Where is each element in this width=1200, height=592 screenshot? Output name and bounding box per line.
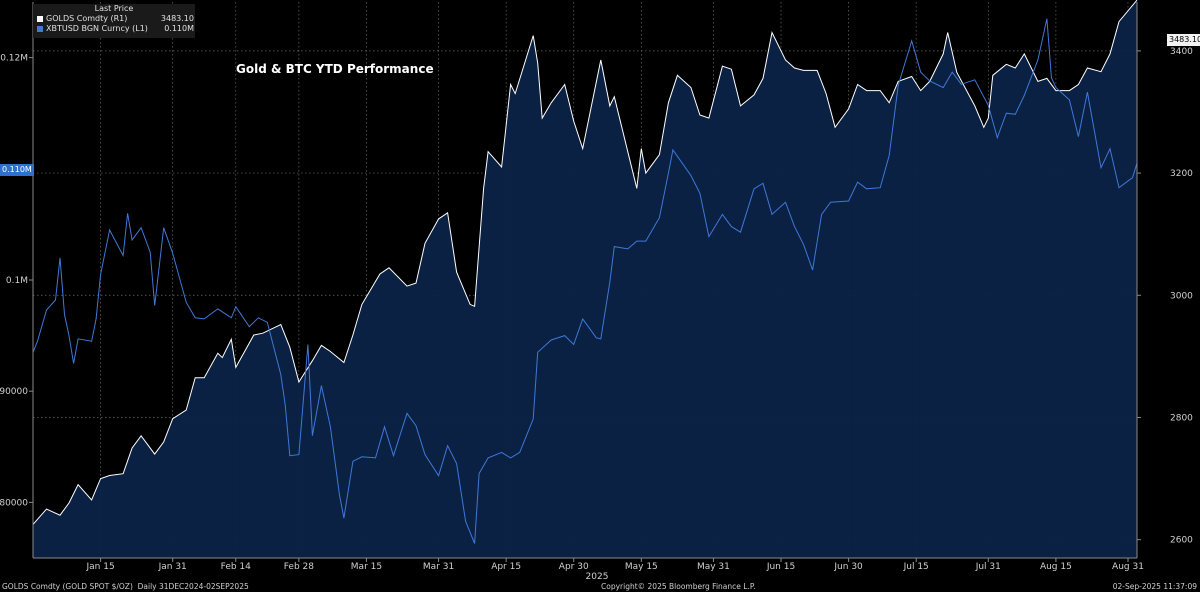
gold-last-tag: 3483.10 <box>1167 34 1200 46</box>
x-tick-label-10: Jun 15 <box>766 562 795 572</box>
legend: Last Price GOLDS Comdty (R1) 3483.10 XBT… <box>33 4 195 38</box>
legend-btc-name: XBTUSD BGN Curncy (L1) <box>46 24 148 33</box>
legend-gold-value: 3483.10 <box>160 14 194 23</box>
legend-gold-name: GOLDS Comdty (R1) <box>46 14 128 23</box>
x-tick-label-9: May 31 <box>697 562 730 572</box>
x-tick-label-7: Apr 30 <box>559 562 589 572</box>
chart: Jan 15 Jan 31 Feb 14 Feb 28 Mar 15 Mar 31 Apr … <box>0 0 1193 582</box>
left-tick-label-1: 90000 <box>0 387 28 397</box>
x-tick-label-5: Mar 31 <box>423 562 454 572</box>
footer-center: Copyright© 2025 Bloomberg Finance L.P. <box>601 582 756 591</box>
legend-btc-value: 0.110M <box>164 24 194 33</box>
gold-area-layer <box>33 0 1137 559</box>
chart-title: Gold & BTC YTD Performance <box>236 62 434 76</box>
x-year-label: 2025 <box>586 572 609 582</box>
btc-swatch <box>37 26 43 32</box>
right-tick-label-2: 3000 <box>1170 291 1193 301</box>
x-tick-label-2: Feb 14 <box>221 562 252 572</box>
x-tick-label-8: May 15 <box>625 562 658 572</box>
right-tick-label-3: 3200 <box>1170 169 1193 179</box>
x-tick-label-0: Jan 15 <box>85 562 114 572</box>
legend-header: Last Price <box>94 4 134 13</box>
gold-swatch <box>37 16 43 22</box>
right-tick-label-4: 3400 <box>1170 47 1193 57</box>
x-tick-label-6: Apr 15 <box>491 562 521 572</box>
x-tick-label-11: Jun 30 <box>833 562 863 572</box>
x-tick-label-4: Mar 15 <box>351 562 382 572</box>
left-tick-label-2: 0.1M <box>6 276 28 286</box>
right-tick-label-0: 2600 <box>1170 536 1193 546</box>
footer-right: 02-Sep-2025 11:37:09 <box>1112 582 1197 591</box>
gold-area <box>33 0 1137 559</box>
legend-entry-gold: GOLDS Comdty (R1) 3483.10 <box>33 14 195 24</box>
left-tick-label-0: 80000 <box>0 498 28 508</box>
footer-left: GOLDS Comdty (GOLD SPOT $/OZ) Daily 31DE… <box>2 582 249 591</box>
right-tick-label-1: 2800 <box>1170 413 1193 423</box>
x-tick-label-12: Jul 15 <box>903 562 929 572</box>
x-tick-label-15: Aug 31 <box>1112 562 1144 572</box>
left-tick-label-3: 0.12M <box>0 54 28 64</box>
x-tick-label-14: Aug 15 <box>1040 562 1072 572</box>
x-tick-label-13: Jul 31 <box>975 562 1001 572</box>
x-tick-label-3: Feb 28 <box>284 562 315 572</box>
legend-entry-btc: XBTUSD BGN Curncy (L1) 0.110M <box>33 24 195 34</box>
btc-last-tag: 0.110M <box>0 164 34 176</box>
x-tick-label-1: Jan 31 <box>158 562 187 572</box>
